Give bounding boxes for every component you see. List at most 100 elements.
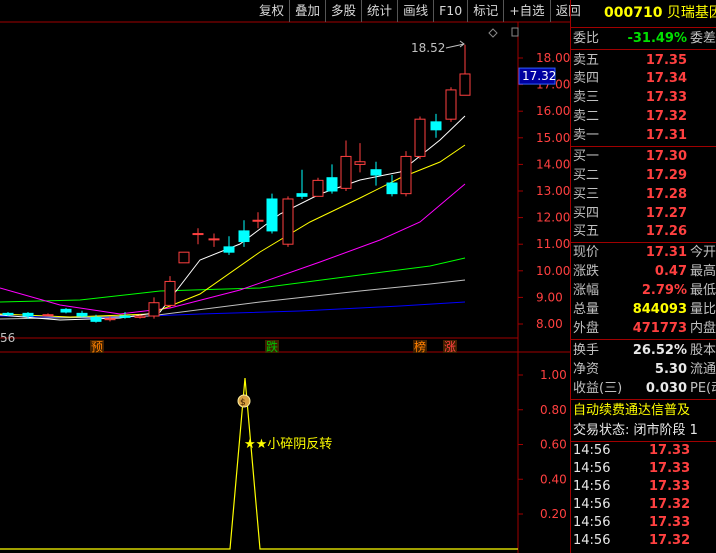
- candle-body: [223, 246, 235, 253]
- sell-row[interactable]: 卖三 17.33: [571, 88, 716, 107]
- indicator-axis-label: 0.60: [540, 438, 567, 452]
- candle-body: [178, 251, 190, 264]
- price-axis-label: 13.00: [536, 184, 570, 198]
- current-price-text: 17.32: [522, 69, 556, 83]
- candle-body: [400, 155, 412, 195]
- divider: [571, 49, 716, 50]
- sell-row[interactable]: 卖四 17.34: [571, 69, 716, 88]
- add-watchlist-button[interactable]: +自选: [503, 0, 549, 22]
- trade-status: 交易状态: 闭市阶段 1: [573, 423, 698, 438]
- quote-row: 涨跌 0.47 最高: [573, 264, 716, 279]
- statistics-button[interactable]: 统计: [361, 0, 397, 22]
- candle-body: [414, 118, 426, 157]
- divider: [571, 339, 716, 340]
- buy-row[interactable]: 买四 17.27: [571, 204, 716, 223]
- finance-row: 收益(三)0.030PE(动: [573, 381, 716, 396]
- quote-panel: 000710 贝瑞基因 委比 -31.49% 委差 卖五 17.35 卖四 17.3…: [570, 0, 716, 553]
- stock-header: 000710 贝瑞基因: [571, 0, 716, 26]
- quote-row: 外盘 471773 内盘: [573, 321, 716, 336]
- price-axis-label: 15.00: [536, 131, 570, 145]
- candle-body: [312, 179, 324, 197]
- peak-label: 18.52: [411, 41, 445, 55]
- quote-row: 总量 844093 量比: [573, 302, 716, 317]
- signal-line: [0, 377, 518, 550]
- candle-body: [354, 161, 366, 165]
- price-axis-label: 16.00: [536, 104, 570, 118]
- candle-body: [296, 193, 308, 197]
- divider: [571, 399, 716, 400]
- weibi-value: -31.49%: [627, 31, 687, 46]
- buy-row[interactable]: 买一 17.30: [571, 147, 716, 166]
- ma10-line: [0, 144, 466, 318]
- overlay-button[interactable]: 叠加: [289, 0, 325, 22]
- candle-body: [104, 318, 116, 321]
- candle-body: [2, 312, 14, 316]
- finance-row: 换手 26.52% 股本: [573, 343, 716, 358]
- tick-row: 14:56 17.32: [573, 497, 691, 512]
- candle-body: [340, 155, 352, 189]
- indicator-axis-label: 0.40: [540, 472, 567, 486]
- chart-toolbar: 复权 叠加 多股 统计 画线 F10 标记 +自选 返回: [254, 0, 586, 22]
- sell-row[interactable]: 卖一 17.31: [571, 126, 716, 145]
- tick-row: 14:56 17.33: [573, 443, 691, 458]
- price-axis-label: 8.00: [536, 317, 563, 331]
- buy-row[interactable]: 买五 17.26: [571, 222, 716, 241]
- mark-button[interactable]: 标记: [467, 0, 503, 22]
- window-control: [511, 27, 519, 37]
- ma5-line: [0, 115, 466, 321]
- candle-body: [42, 314, 54, 317]
- weibi-label: 委比: [573, 31, 600, 46]
- candle-body: [266, 198, 278, 232]
- tick-row: 14:56 17.32: [573, 533, 691, 548]
- candle-body: [192, 233, 204, 236]
- candle-body: [119, 315, 131, 318]
- indicator-axis-label: 1.00: [540, 368, 567, 382]
- sell-row[interactable]: 卖二 17.32: [571, 107, 716, 126]
- candle-body: [370, 169, 382, 176]
- buy-row[interactable]: 买二 17.29: [571, 166, 716, 185]
- candle-body: [386, 182, 398, 195]
- indicator-axis-label: 0.20: [540, 507, 567, 521]
- weidiff-label: 委差: [690, 31, 716, 46]
- candle-body: [60, 308, 72, 313]
- tick-row: 14:56 17.33: [573, 461, 691, 476]
- divider: [571, 27, 716, 28]
- marker-label: 预: [91, 340, 103, 354]
- candle-body: [208, 238, 220, 241]
- peak-arrow-icon: [445, 40, 465, 49]
- stock-code: 000710: [604, 5, 663, 21]
- quote-row: 现价 17.31 今开: [573, 245, 716, 260]
- kline-chart-svg[interactable]: 18.0017.0016.0015.0014.0013.0012.0011.00…: [0, 0, 570, 553]
- money-bag-symbol: $: [240, 398, 246, 408]
- candle-body: [22, 312, 34, 317]
- candle-body: [134, 315, 146, 318]
- price-axis-label: 14.00: [536, 157, 570, 171]
- price-axis-label: 9.00: [536, 290, 563, 304]
- restore-rights-button[interactable]: 复权: [254, 0, 289, 22]
- price-axis-label: 18.00: [536, 51, 570, 65]
- f10-button[interactable]: F10: [433, 0, 467, 22]
- signal-label: ★★小碎阴反转: [244, 437, 332, 452]
- buy-row[interactable]: 买三 17.28: [571, 185, 716, 204]
- finance-row: 净资 5.30 流通: [573, 362, 716, 377]
- candle-body: [430, 121, 442, 131]
- multi-stock-button[interactable]: 多股: [325, 0, 361, 22]
- marker-label: 跌: [266, 339, 278, 354]
- left-label: 56: [0, 331, 15, 345]
- marker-label: 涨: [444, 339, 456, 354]
- draw-line-button[interactable]: 画线: [397, 0, 433, 22]
- news-ticker[interactable]: 自动续费通达信普及: [571, 401, 716, 420]
- marker-label: 榜: [414, 339, 426, 354]
- quote-row: 涨幅 2.79% 最低: [573, 283, 716, 298]
- candle-body: [76, 312, 88, 317]
- price-axis-label: 10.00: [536, 264, 570, 278]
- sell-row[interactable]: 卖五 17.35: [571, 51, 716, 70]
- candle-body: [252, 219, 264, 222]
- candle-body: [445, 89, 457, 120]
- tick-row: 14:56 17.33: [573, 515, 691, 530]
- tick-row: 14:56 17.33: [573, 479, 691, 494]
- chart-area[interactable]: 18.00 17.00 16.00 15.00 14.00 13.00 12.00 11.00…: [0, 0, 570, 553]
- candle-body: [90, 316, 102, 322]
- ma60-line: [0, 257, 466, 303]
- price-axis-label: 12.00: [536, 211, 570, 225]
